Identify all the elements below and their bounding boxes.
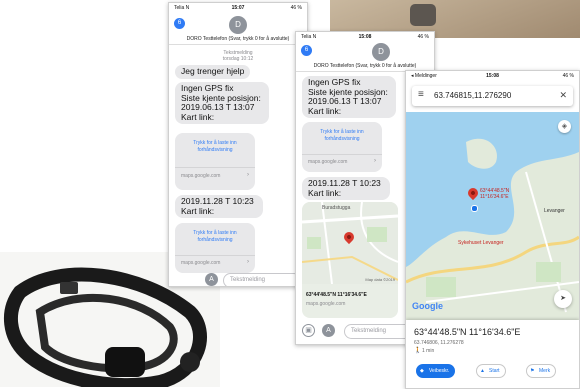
directions-button[interactable]: ◆ Veibeskr. [416,364,456,378]
clock: 15:07 [231,5,245,11]
place-label-sykehus: Sykehuset Levanger [458,240,504,246]
message-bubble[interactable]: 2019.11.28 T 10:23 Kart link: [302,177,390,200]
close-icon[interactable]: ✕ [559,90,567,101]
link-preview-card[interactable]: Trykk for å laste inn forhåndsvisning ma… [175,223,255,273]
result-coords: 63.746806, 11.276278 [414,340,464,346]
place-label-levanger: Levanger [544,208,565,214]
link-domain: maps.google.com [181,260,221,266]
divider [175,255,255,256]
navigation-icon: ▲ [480,368,485,374]
divider [175,167,255,168]
battery-label: 46 % [417,34,429,40]
status-bar: Telia N 15:08 46 % [296,32,434,43]
directions-icon: ◆ [420,368,424,374]
flag-icon: ⚑ [530,368,535,374]
link-domain: maps.google.com [181,173,221,179]
battery-label: 46 % [290,5,302,11]
layers-icon[interactable]: ◈ [558,120,571,133]
save-button[interactable]: ⚑ Merk [526,364,557,378]
avatar[interactable]: D [229,16,247,34]
search-box[interactable]: ≡ 63.746815,11.276290 ✕ [412,86,573,106]
contact-name[interactable]: DORO Testtelefon (Svar, trykk 0 for å av… [169,36,307,42]
chevron-right-icon: › [247,259,249,265]
location-dot [471,205,478,212]
link-preview-text: Trykk for å laste inn forhåndsvisning [193,140,237,153]
camera-icon[interactable]: ▣ [302,324,315,337]
link-preview-card[interactable]: Trykk for å laste inn forhåndsvisning ma… [175,133,255,190]
clock: 15:08 [358,34,372,40]
avatar[interactable]: D [372,43,390,61]
timestamp-date: torsdag 10:12 [222,56,254,62]
message-bubble[interactable]: Ingen GPS fix Siste kjente posisjon: 201… [302,76,396,118]
map-attribution: Map data ©2019 [365,277,395,282]
map-coordinates: 63°44'48.5"N 11°16'34.6"E [306,292,367,298]
divider [302,154,382,155]
header-divider [169,44,307,45]
search-input[interactable]: 63.746815,11.276290 [434,91,511,100]
message-bubble[interactable]: Ingen GPS fix Siste kjente posisjon: 201… [175,82,269,124]
clock: 15:08 [486,73,499,79]
map-place-label: Buradstugga [322,205,351,211]
message-input[interactable]: Tekstmelding [223,273,301,286]
map-canvas [406,112,579,320]
result-title: 63°44'48.5"N 11°16'34.6"E [414,327,521,337]
phone-google-maps: ◂ Meldinger 15:08 46 % ≡ 63.746815,11.27… [405,70,580,389]
link-preview-text: Trykk for å laste inn forhåndsvisning [193,230,237,243]
contact-name[interactable]: DORO Testtelefon (Svar, trykk 0 for å av… [296,63,434,69]
link-domain: maps.google.com [308,159,348,165]
status-bar: Telia N 15:07 46 % [169,3,307,14]
back-button[interactable]: 6 [174,18,185,29]
travel-time: 1 min [422,348,435,354]
device-button [410,4,436,26]
link-preview-card[interactable]: Trykk for å laste inn forhåndsvisning ma… [302,122,382,172]
chevron-right-icon: › [374,158,376,164]
google-logo: Google [412,301,443,311]
pin-label: 63°44'48.5"N 11°16'34.6"E [480,188,510,200]
menu-icon[interactable]: ≡ [418,89,424,100]
status-bar: ◂ Meldinger 15:08 46 % [406,71,579,82]
chevron-right-icon: › [247,172,249,178]
message-bubble[interactable]: 2019.11.28 T 10:23 Kart link: [175,195,263,218]
map-view[interactable]: ◈ 63°44'48.5"N 11°16'34.6"E Levanger Syk… [406,112,579,320]
link-preview-text: Trykk for å laste inn forhåndsvisning [320,129,364,142]
appstore-icon[interactable]: A [322,324,335,337]
walk-icon: 🚶 [414,348,422,354]
my-location-button[interactable]: ➤ [554,290,572,308]
back-button[interactable]: 6 [301,45,312,56]
appstore-icon[interactable]: A [205,273,218,286]
place-sheet: 63°44'48.5"N 11°16'34.6"E 63.746806, 11.… [406,320,579,388]
message-bubble[interactable]: Jeg trenger hjelp [175,65,251,79]
start-button[interactable]: ▲ Start [476,364,506,378]
phone-messages-1: Telia N 15:07 46 % 6 D DORO Testtelefon … [168,2,308,287]
map-preview-card[interactable]: Buradstugga Map data ©2019 63°44'48.5"N … [302,202,398,318]
maps-header: ≡ 63.746815,11.276290 ✕ [406,82,579,112]
battery-label: 46 % [562,73,574,79]
map-domain: maps.google.com [306,301,346,307]
